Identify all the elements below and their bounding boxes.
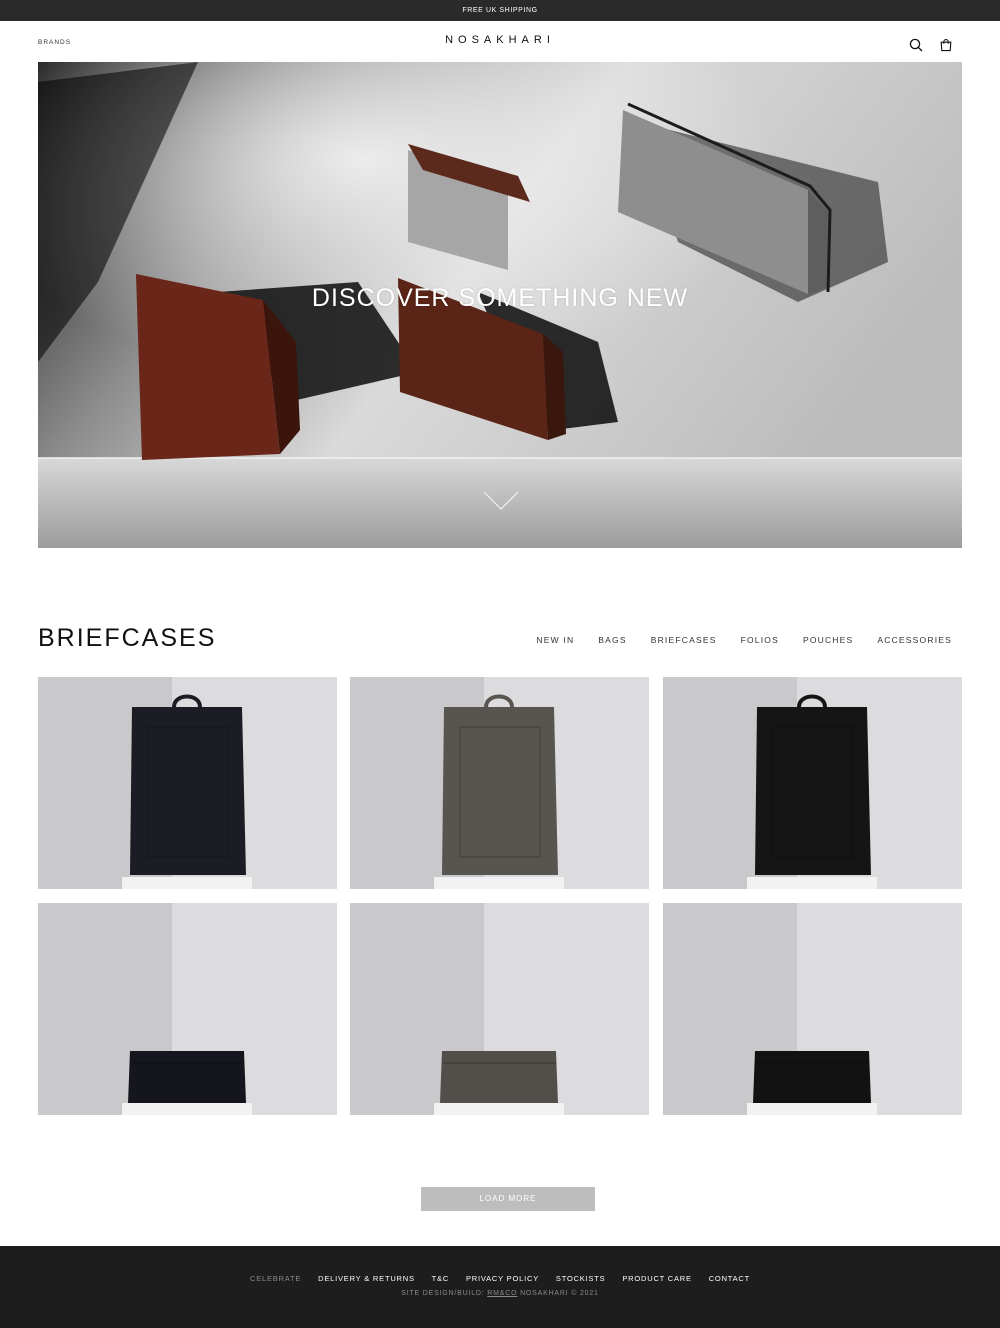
footer-link-contact[interactable]: CONTACT [709, 1274, 750, 1283]
product-tile[interactable] [350, 903, 649, 1115]
category-bags[interactable]: BAGS [598, 635, 626, 645]
site-footer: CELEBRATE DELIVERY & RETURNS T&C PRIVACY… [0, 1246, 1000, 1328]
scroll-down-button[interactable] [483, 490, 519, 512]
footer-link-terms[interactable]: T&C [432, 1274, 449, 1283]
site-header: BRANDS NOSAKHARI [0, 21, 1000, 62]
category-pouches[interactable]: POUCHES [803, 635, 853, 645]
hero-banner[interactable]: DISCOVER SOMETHING NEW [38, 62, 962, 548]
footer-link-product-care[interactable]: PRODUCT CARE [622, 1274, 691, 1283]
section-title: BRIEFCASES [38, 624, 217, 652]
category-accessories[interactable]: ACCESSORIES [877, 635, 952, 645]
footer-link-delivery-returns[interactable]: DELIVERY & RETURNS [318, 1274, 415, 1283]
product-image [663, 677, 962, 889]
footer-link-privacy-policy[interactable]: PRIVACY POLICY [466, 1274, 539, 1283]
product-image [38, 677, 337, 889]
category-nav: NEW IN BAGS BRIEFCASES FOLIOS POUCHES AC… [512, 635, 952, 645]
hero-title: DISCOVER SOMETHING NEW [311, 284, 689, 312]
footer-credit: SITE DESIGN/BUILD: RM&CO NOSAKHARI © 202… [0, 1290, 1000, 1297]
credit-prefix: SITE DESIGN/BUILD: [401, 1290, 488, 1297]
product-tile[interactable] [663, 903, 962, 1115]
footer-links: CELEBRATE DELIVERY & RETURNS T&C PRIVACY… [0, 1274, 1000, 1283]
product-tile[interactable] [38, 903, 337, 1115]
product-tile[interactable] [38, 677, 337, 889]
category-briefcases[interactable]: BRIEFCASES [651, 635, 717, 645]
shopping-bag-icon [940, 39, 952, 52]
category-folios[interactable]: FOLIOS [741, 635, 779, 645]
footer-link-stockists[interactable]: STOCKISTS [556, 1274, 606, 1283]
product-image [350, 903, 649, 1115]
product-tile[interactable] [663, 677, 962, 889]
credit-suffix: NOSAKHARI © 2021 [517, 1290, 599, 1297]
cart-button[interactable] [939, 38, 953, 52]
credit-link[interactable]: RM&CO [487, 1290, 517, 1297]
product-image [663, 903, 962, 1115]
product-image [350, 677, 649, 889]
search-icon [909, 38, 923, 52]
search-button[interactable] [909, 38, 923, 52]
product-tile[interactable] [350, 677, 649, 889]
promo-bar: FREE UK SHIPPING [0, 0, 1000, 21]
site-logo[interactable]: NOSAKHARI [0, 34, 1000, 46]
promo-text: FREE UK SHIPPING [462, 7, 538, 14]
load-more-button[interactable]: LOAD MORE [421, 1187, 595, 1211]
footer-link-celebrate[interactable]: CELEBRATE [250, 1274, 301, 1283]
product-image [38, 903, 337, 1115]
category-new-in[interactable]: NEW IN [536, 635, 574, 645]
chevron-down-icon [483, 491, 519, 510]
